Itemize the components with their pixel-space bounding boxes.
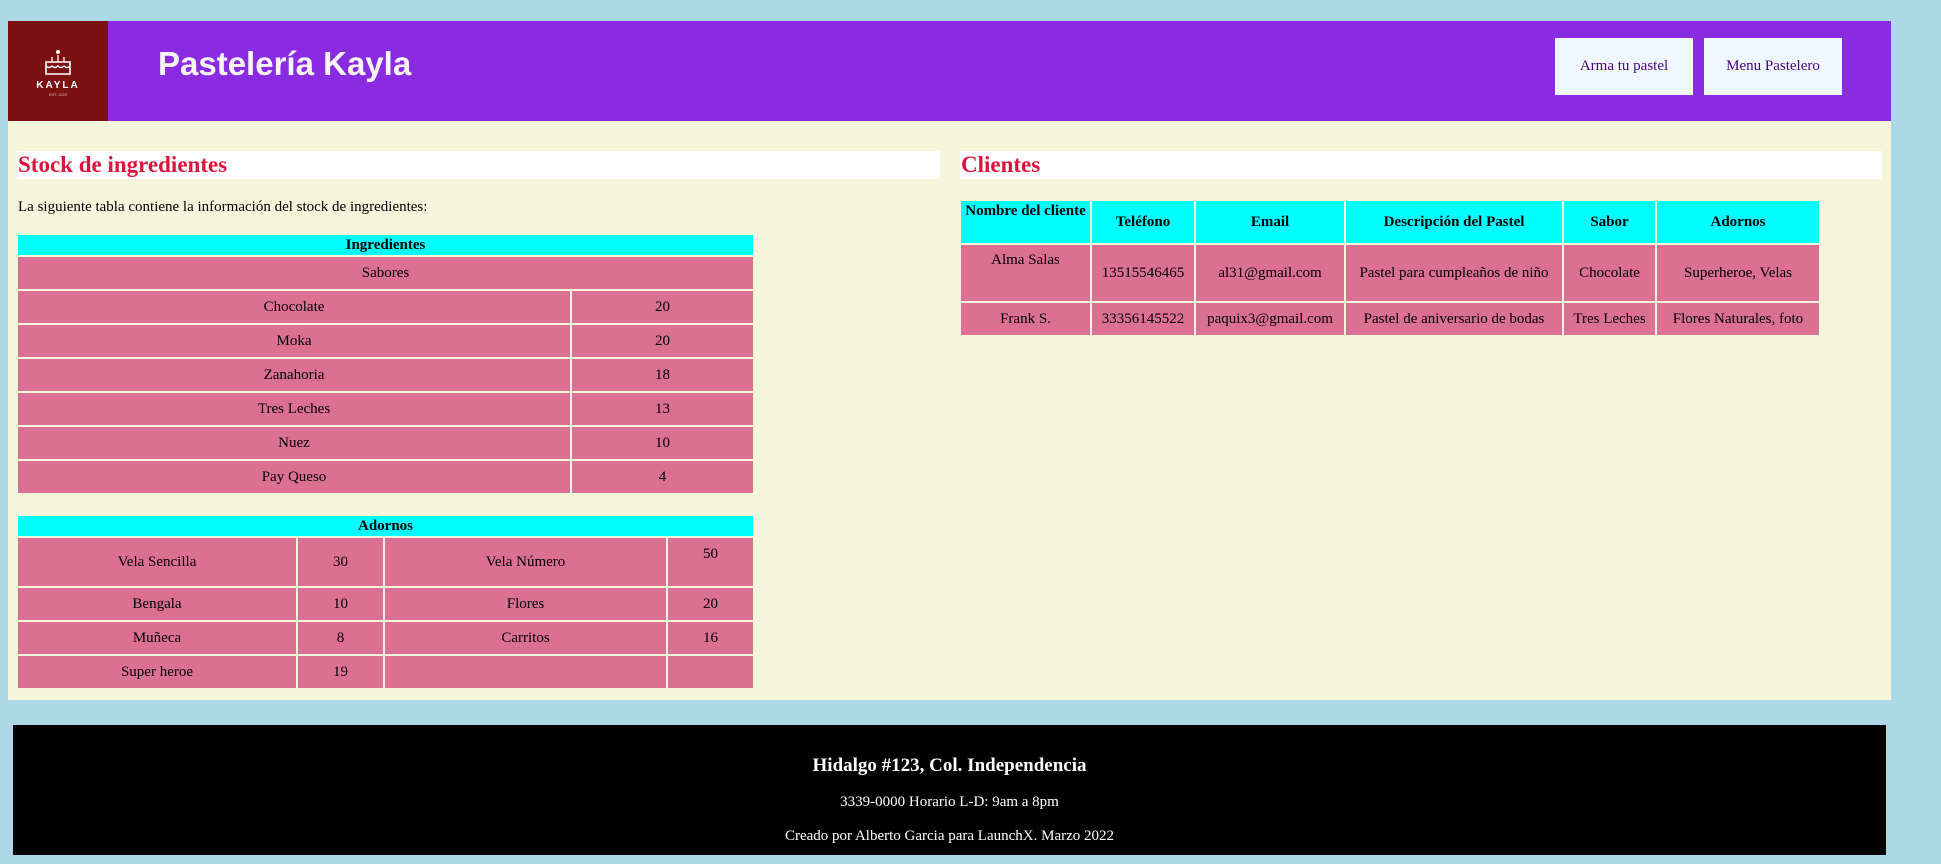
logo-brand: KAYLA <box>36 79 80 91</box>
main-nav: Arma tu pastel Menu Pastelero <box>1555 38 1842 95</box>
table-row: Vela Sencilla 30 Vela Número 50 <box>18 538 753 586</box>
cake-decorations: Superheroe, Velas <box>1657 245 1819 301</box>
ingredient-qty: 20 <box>572 291 753 323</box>
footer-credit: Creado por Alberto Garcia para LaunchX. … <box>784 828 1115 844</box>
ingredient-name: Nuez <box>18 427 570 459</box>
ingredients-table: Ingredientes Sabores Chocolate 20 Moka 2… <box>16 233 755 495</box>
site-footer: Hidalgo #123, Col. Independencia 3339-00… <box>13 725 1886 855</box>
logo[interactable]: KAYLA EST. 2022 <box>8 21 108 121</box>
ingredient-name: Chocolate <box>18 291 570 323</box>
adorno-name: Bengala <box>18 588 296 620</box>
ingredient-qty: 20 <box>572 325 753 357</box>
adorno-qty: 30 <box>298 538 383 586</box>
clients-title: Clientes <box>960 151 1882 179</box>
adorno-name: Vela Número <box>385 538 666 586</box>
adorno-qty: 10 <box>298 588 383 620</box>
adorno-name: Flores <box>385 588 666 620</box>
cake-flavor: Chocolate <box>1564 245 1655 301</box>
footer-address: Hidalgo #123, Col. Independencia <box>812 755 1087 776</box>
ingredients-header: Ingredientes <box>18 235 753 255</box>
client-name: Frank S. <box>961 303 1090 335</box>
ingredient-name: Zanahoria <box>18 359 570 391</box>
table-row: Zanahoria 18 <box>18 359 753 391</box>
ingredient-name: Tres Leches <box>18 393 570 425</box>
nav-menu-pastelero[interactable]: Menu Pastelero <box>1704 38 1842 95</box>
ingredient-name: Pay Queso <box>18 461 570 493</box>
main-content: Stock de ingredientes La siguiente tabla… <box>8 121 1891 700</box>
adorno-qty: 50 <box>668 538 753 586</box>
table-header-row: Nombre del cliente Teléfono Email Descri… <box>961 201 1819 243</box>
cake-decorations: Flores Naturales, foto <box>1657 303 1819 335</box>
cake-description: Pastel para cumpleaños de niño <box>1346 245 1562 301</box>
column-header: Nombre del cliente <box>961 201 1090 243</box>
adorno-name: Vela Sencilla <box>18 538 296 586</box>
table-row: Frank S. 33356145522 paquix3@gmail.com P… <box>961 303 1819 335</box>
adornos-header: Adornos <box>18 516 753 536</box>
table-row: Super heroe 19 <box>18 656 753 688</box>
client-phone: 33356145522 <box>1092 303 1194 335</box>
table-row: Moka 20 <box>18 325 753 357</box>
adornos-table: Adornos Vela Sencilla 30 Vela Número 50 … <box>16 514 755 690</box>
table-row: Alma Salas 13515546465 al31@gmail.com Pa… <box>961 245 1819 301</box>
table-row: Tres Leches 13 <box>18 393 753 425</box>
adorno-qty <box>668 656 753 688</box>
cake-icon <box>45 49 71 75</box>
table-row: Nuez 10 <box>18 427 753 459</box>
site-header: KAYLA EST. 2022 Pastelería Kayla Arma tu… <box>8 21 1891 121</box>
logo-tagline: EST. 2022 <box>48 91 68 97</box>
adorno-name: Carritos <box>385 622 666 654</box>
ingredient-qty: 13 <box>572 393 753 425</box>
adorno-qty: 19 <box>298 656 383 688</box>
adorno-qty: 16 <box>668 622 753 654</box>
table-row: Muñeca 8 Carritos 16 <box>18 622 753 654</box>
client-email: al31@gmail.com <box>1196 245 1344 301</box>
client-name: Alma Salas <box>961 245 1090 301</box>
ingredient-qty: 10 <box>572 427 753 459</box>
site-title: Pastelería Kayla <box>158 45 412 82</box>
column-header: Email <box>1196 201 1344 243</box>
client-phone: 13515546465 <box>1092 245 1194 301</box>
nav-arma-tu-pastel[interactable]: Arma tu pastel <box>1555 38 1693 95</box>
ingredient-qty: 18 <box>572 359 753 391</box>
cake-description: Pastel de aniversario de bodas <box>1346 303 1562 335</box>
column-header: Sabor <box>1564 201 1655 243</box>
column-header: Adornos <box>1657 201 1819 243</box>
adorno-name: Muñeca <box>18 622 296 654</box>
adorno-qty: 20 <box>668 588 753 620</box>
cake-flavor: Tres Leches <box>1564 303 1655 335</box>
adorno-name <box>385 656 666 688</box>
adorno-qty: 8 <box>298 622 383 654</box>
ingredient-qty: 4 <box>572 461 753 493</box>
table-row: Pay Queso 4 <box>18 461 753 493</box>
clients-table: Nombre del cliente Teléfono Email Descri… <box>959 199 1821 337</box>
sabores-header: Sabores <box>18 257 753 289</box>
adorno-name: Super heroe <box>18 656 296 688</box>
table-row: Chocolate 20 <box>18 291 753 323</box>
stock-intro: La siguiente tabla contiene la informaci… <box>18 199 428 215</box>
client-email: paquix3@gmail.com <box>1196 303 1344 335</box>
ingredient-name: Moka <box>18 325 570 357</box>
table-row: Bengala 10 Flores 20 <box>18 588 753 620</box>
stock-title: Stock de ingredientes <box>17 151 940 179</box>
column-header: Teléfono <box>1092 201 1194 243</box>
footer-hours: 3339-0000 Horario L-D: 9am a 8pm <box>840 794 1059 810</box>
column-header: Descripción del Pastel <box>1346 201 1562 243</box>
